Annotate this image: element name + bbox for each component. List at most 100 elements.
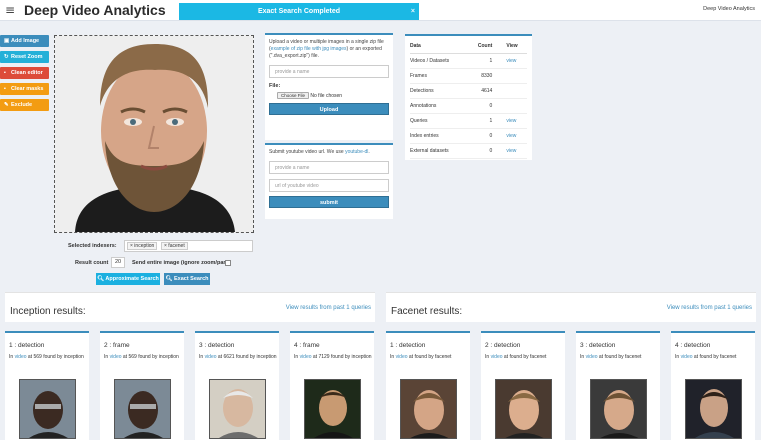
add-image-button[interactable]: ▣ Add Image bbox=[0, 35, 49, 47]
choose-file-button[interactable]: Choose File bbox=[277, 92, 310, 99]
face-thumb-5 bbox=[401, 380, 456, 438]
clean-editor-button[interactable]: ▪ Clean editor bbox=[0, 67, 49, 79]
result-thumbnail[interactable] bbox=[495, 379, 552, 439]
entire-image-checkbox[interactable] bbox=[225, 260, 231, 266]
facenet-results-title: Facenet results: bbox=[391, 306, 463, 317]
indexer-tag-facenet[interactable]: × facenet bbox=[161, 242, 188, 250]
result-thumbnail[interactable] bbox=[209, 379, 266, 439]
brand-title[interactable]: Deep Video Analytics bbox=[24, 2, 166, 18]
trash-icon: ▪ bbox=[4, 86, 6, 92]
result-card[interactable]: 3 : detection In video at found by facen… bbox=[576, 331, 660, 440]
video-link[interactable]: video bbox=[491, 354, 503, 360]
example-zip-link[interactable]: example of zip file with jpg images bbox=[271, 46, 347, 52]
video-link[interactable]: video bbox=[15, 354, 27, 360]
card-description: In video at 7129 found by inception bbox=[294, 354, 372, 360]
stats-header-row: Data Count View bbox=[410, 39, 527, 54]
card-title: 2 : frame bbox=[104, 342, 130, 349]
card-description: In video at 569 found by inception bbox=[9, 354, 84, 360]
face-thumb-6 bbox=[496, 380, 551, 438]
youtube-dl-link[interactable]: youtube-dl bbox=[345, 149, 368, 155]
col-data: Data bbox=[410, 39, 468, 54]
result-thumbnail[interactable] bbox=[400, 379, 457, 439]
trash-icon: ▪ bbox=[4, 70, 6, 76]
video-link[interactable]: video bbox=[300, 354, 312, 360]
result-count-label: Result count bbox=[75, 260, 109, 266]
notification-toast: Exact Search Completed × bbox=[179, 3, 419, 20]
facenet-results-header: Facenet results: View results from past … bbox=[386, 292, 756, 322]
upload-instructions: Upload a video or multiple images in a s… bbox=[269, 39, 384, 59]
indexer-tag-inception[interactable]: × inception bbox=[127, 242, 158, 250]
video-link[interactable]: video bbox=[396, 354, 408, 360]
clear-masks-button[interactable]: ▪ Clear masks bbox=[0, 83, 49, 95]
col-view: View bbox=[498, 39, 527, 54]
hamburger-icon[interactable]: ≡ bbox=[5, 4, 15, 16]
table-row: Detections 4614 bbox=[410, 83, 527, 99]
view-link[interactable]: view bbox=[498, 113, 527, 129]
face-thumb-1 bbox=[20, 380, 75, 438]
inception-results-title: Inception results: bbox=[10, 306, 86, 317]
query-image-canvas[interactable] bbox=[54, 35, 254, 233]
video-link[interactable]: video bbox=[205, 354, 217, 360]
card-title: 2 : detection bbox=[485, 342, 521, 349]
youtube-instructions: Submit youtube video url. We use youtube… bbox=[269, 149, 370, 155]
card-title: 4 : frame bbox=[294, 342, 320, 349]
video-link[interactable]: video bbox=[586, 354, 598, 360]
exclude-button[interactable]: ✎ Exclude bbox=[0, 99, 49, 111]
file-label: File: bbox=[269, 83, 281, 89]
table-row: External datasets 0 view bbox=[410, 143, 527, 159]
exact-search-button[interactable]: 🔍︎ Exact Search bbox=[164, 273, 210, 285]
result-card[interactable]: 4 : detection In video at found by facen… bbox=[671, 331, 755, 440]
top-right-link[interactable]: Deep Video Analytics bbox=[703, 6, 755, 12]
inception-history-link[interactable]: View results from past 1 queries bbox=[286, 305, 371, 311]
result-card[interactable]: 4 : frame In video at 7129 found by ince… bbox=[290, 331, 374, 440]
result-card[interactable]: 3 : detection In video at 6621 found by … bbox=[195, 331, 279, 440]
refresh-icon: ↻ bbox=[4, 54, 9, 60]
table-row: Queries 1 view bbox=[410, 113, 527, 129]
table-row: Index entries 0 view bbox=[410, 128, 527, 144]
exclude-label: Exclude bbox=[11, 102, 33, 108]
result-thumbnail[interactable] bbox=[114, 379, 171, 439]
face-thumb-3 bbox=[210, 380, 265, 438]
exact-search-label: Exact Search bbox=[173, 276, 209, 282]
card-title: 1 : detection bbox=[9, 342, 45, 349]
youtube-submit-button[interactable]: submit bbox=[269, 196, 389, 208]
upload-name-input[interactable]: provide a name bbox=[269, 65, 389, 78]
view-link[interactable]: view bbox=[498, 143, 527, 159]
face-thumb-8 bbox=[686, 380, 741, 438]
card-description: In video at 569 found by inception bbox=[104, 354, 179, 360]
upload-button[interactable]: Upload bbox=[269, 103, 389, 115]
view-link[interactable]: view bbox=[498, 53, 527, 69]
video-link[interactable]: video bbox=[110, 354, 122, 360]
view-link[interactable]: view bbox=[498, 128, 527, 144]
card-title: 3 : detection bbox=[199, 342, 235, 349]
table-row: Frames 8330 bbox=[410, 68, 527, 84]
result-count-input[interactable]: 20 bbox=[111, 257, 125, 268]
result-thumbnail[interactable] bbox=[304, 379, 361, 439]
stats-panel: Data Count View Videos / Datasets 1 view F… bbox=[405, 34, 532, 160]
youtube-name-input[interactable]: provide a name bbox=[269, 161, 389, 174]
selected-indexers-label: Selected indexers: bbox=[68, 243, 117, 249]
video-link[interactable]: video bbox=[681, 354, 693, 360]
result-card[interactable]: 1 : detection In video at found by facen… bbox=[386, 331, 470, 440]
card-description: In video at found by facenet bbox=[580, 354, 642, 360]
facenet-history-link[interactable]: View results from past 1 queries bbox=[667, 305, 752, 311]
upload-panel: Upload a video or multiple images in a s… bbox=[265, 33, 393, 140]
result-card[interactable]: 1 : detection In video at 569 found by i… bbox=[5, 331, 89, 440]
card-description: In video at found by facenet bbox=[675, 354, 737, 360]
indexers-select[interactable]: × inception × facenet bbox=[124, 240, 253, 252]
card-title: 1 : detection bbox=[390, 342, 426, 349]
result-thumbnail[interactable] bbox=[590, 379, 647, 439]
toast-close-icon[interactable]: × bbox=[411, 3, 415, 20]
result-card[interactable]: 2 : detection In video at found by facen… bbox=[481, 331, 565, 440]
approximate-search-button[interactable]: 🔍︎ Approximate Search bbox=[96, 273, 160, 285]
result-card[interactable]: 2 : frame In video at 569 found by incep… bbox=[100, 331, 184, 440]
youtube-url-input[interactable]: url of youtube video bbox=[269, 179, 389, 192]
result-thumbnail[interactable] bbox=[19, 379, 76, 439]
result-thumbnail[interactable] bbox=[685, 379, 742, 439]
clean-editor-label: Clean editor bbox=[11, 70, 43, 76]
reset-zoom-button[interactable]: ↻ Reset Zoom bbox=[0, 51, 49, 63]
card-description: In video at 6621 found by inception bbox=[199, 354, 277, 360]
inception-results-header: Inception results: View results from pas… bbox=[5, 292, 375, 322]
card-description: In video at found by facenet bbox=[390, 354, 452, 360]
reset-zoom-label: Reset Zoom bbox=[11, 54, 43, 60]
